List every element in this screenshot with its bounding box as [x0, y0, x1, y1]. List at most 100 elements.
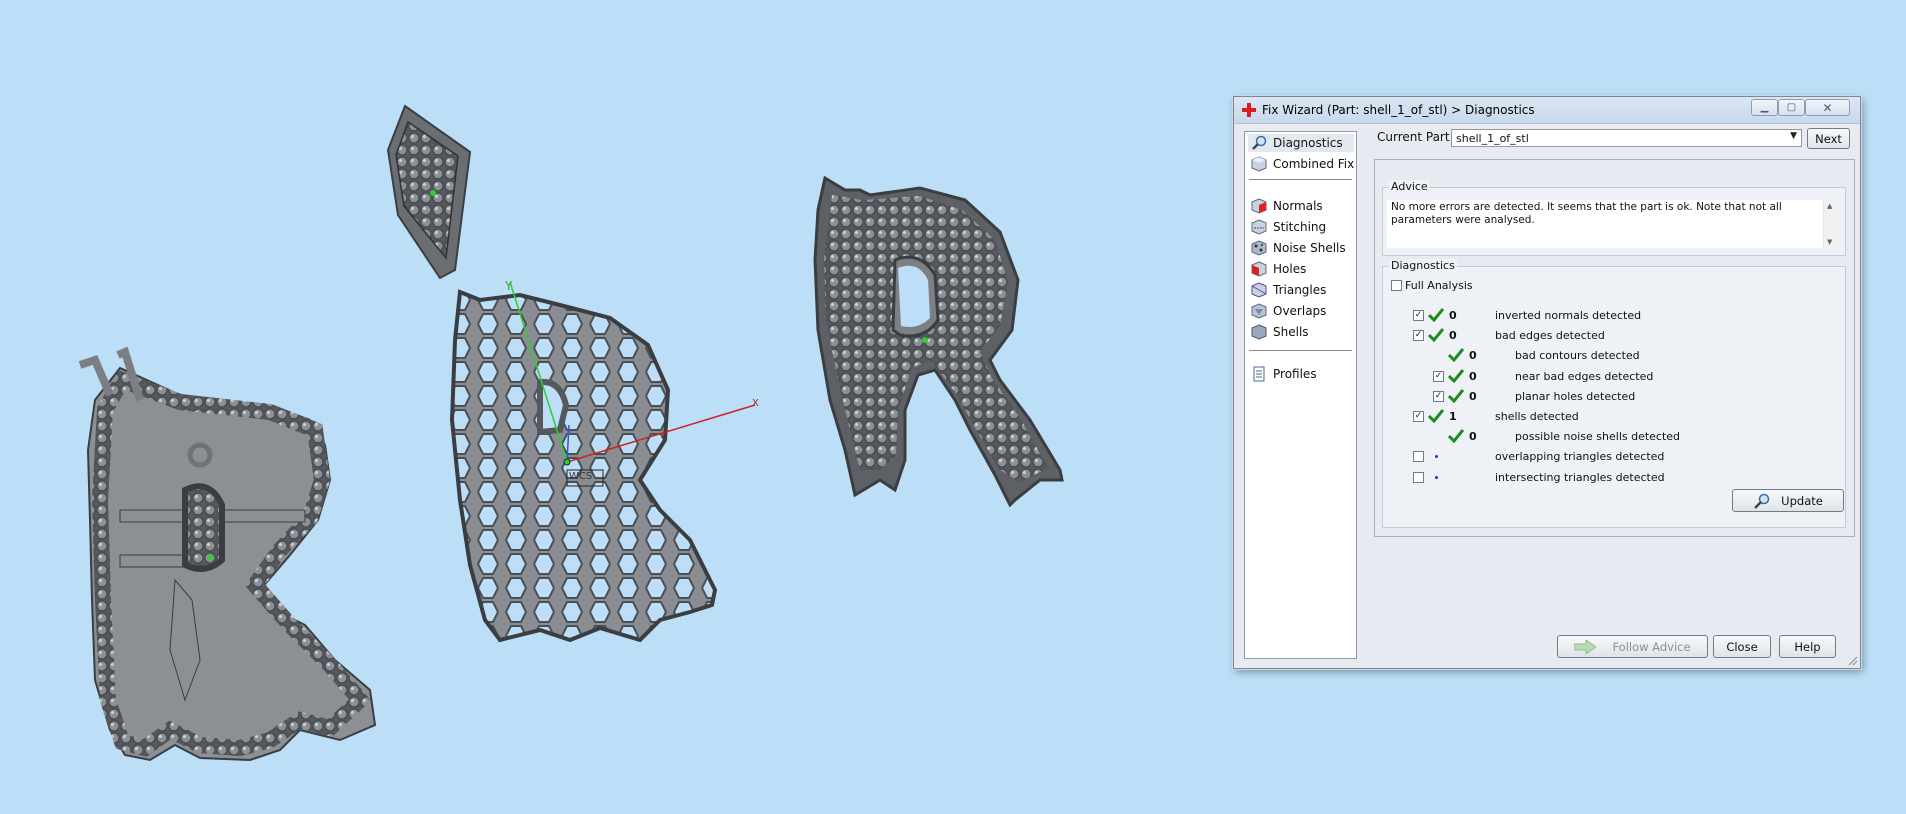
advice-scrollbar[interactable]: ▲ ▼ — [1823, 200, 1837, 248]
nav-item-stitching[interactable]: Stitching — [1251, 218, 1326, 236]
nav-item-profiles[interactable]: Profiles — [1251, 365, 1317, 383]
row-label: planar holes detected — [1515, 389, 1636, 403]
advice-group: Advice No more errors are detected. It s… — [1382, 180, 1846, 256]
row-count: 0 — [1449, 309, 1457, 322]
current-part-dropdown[interactable]: shell_1_of_stl ▼ — [1451, 129, 1802, 147]
nav-item-normals[interactable]: Normals — [1251, 197, 1323, 215]
arrow-right-icon — [1574, 639, 1597, 654]
magnifier-icon — [1252, 135, 1267, 150]
row-label: shells detected — [1495, 410, 1579, 423]
diamond-charm — [386, 104, 472, 280]
row-count: 0 — [1469, 369, 1477, 383]
full-analysis-label: Full Analysis — [1405, 279, 1473, 292]
update-button[interactable]: Update — [1732, 489, 1844, 512]
axis-y-label: Y — [505, 279, 513, 293]
row-checkbox[interactable]: ✓ — [1433, 370, 1444, 382]
red-cross-icon — [1242, 103, 1256, 117]
check-icon — [1448, 429, 1464, 444]
check-icon — [1448, 368, 1464, 383]
nav-label: Combined Fix — [1273, 157, 1355, 171]
shells-icon — [1251, 324, 1267, 340]
row-label: near bad edges detected — [1515, 369, 1654, 383]
advice-title: Advice — [1389, 180, 1430, 193]
title-bar[interactable]: Fix Wizard (Part: shell_1_of_stl) > Diag… — [1234, 97, 1860, 124]
check-icon — [1448, 388, 1464, 403]
row-count: 0 — [1449, 329, 1457, 343]
check-icon — [1428, 328, 1444, 343]
dialog-title: Fix Wizard (Part: shell_1_of_stl) > Diag… — [1262, 103, 1535, 117]
check-icon — [1428, 409, 1444, 423]
nav-label: Overlaps — [1273, 304, 1327, 318]
row-checkbox[interactable]: ✓ — [1413, 411, 1424, 422]
triangles-icon — [1251, 282, 1267, 298]
check-icon — [1428, 308, 1444, 322]
minimize-icon: ▁ — [1760, 102, 1769, 113]
pending-dot-icon — [1435, 455, 1438, 459]
nav-label: Diagnostics — [1273, 136, 1343, 150]
wizard-nav: Diagnostics Combined Fix Normals Stitchi… — [1244, 131, 1357, 659]
full-analysis-checkbox[interactable] — [1391, 280, 1402, 291]
nav-label: Triangles — [1273, 283, 1327, 297]
nav-item-overlaps[interactable]: Overlaps — [1251, 302, 1326, 320]
scroll-up-icon: ▲ — [1827, 202, 1833, 210]
nav-item-noise-shells[interactable]: Noise Shells — [1251, 239, 1346, 257]
nav-item-shells[interactable]: Shells — [1251, 323, 1309, 341]
row-label: possible noise shells detected — [1515, 430, 1681, 444]
close-icon: ✕ — [1822, 100, 1833, 115]
normals-cube-icon — [1251, 198, 1267, 214]
resize-grip-icon[interactable] — [1848, 656, 1858, 666]
close-window-button[interactable]: ✕ — [1805, 99, 1850, 116]
help-button[interactable]: Help — [1779, 635, 1836, 658]
row-checkbox[interactable] — [1413, 451, 1424, 463]
chevron-down-icon: ▼ — [1790, 131, 1797, 141]
row-checkbox[interactable] — [1413, 471, 1424, 483]
row-label: intersecting triangles detected — [1495, 470, 1665, 484]
row-label: inverted normals detected — [1495, 309, 1642, 322]
nav-divider — [1249, 350, 1352, 351]
wcs-label: WCS — [569, 471, 593, 482]
document-icon — [1253, 366, 1265, 382]
advice-textbox[interactable]: No more errors are detected. It seems th… — [1387, 200, 1837, 248]
advice-text: No more errors are detected. It seems th… — [1391, 201, 1782, 226]
nav-label: Shells — [1273, 325, 1309, 339]
row-checkbox[interactable]: ✓ — [1413, 330, 1424, 342]
close-button[interactable]: Close — [1713, 635, 1771, 658]
current-part-value: shell_1_of_stl — [1456, 132, 1529, 145]
axis-x-label: X — [752, 398, 759, 409]
nav-item-diagnostics[interactable]: Diagnostics — [1248, 134, 1354, 152]
nav-item-holes[interactable]: Holes — [1251, 260, 1306, 278]
nav-label: Normals — [1273, 199, 1323, 213]
follow-advice-label: Follow Advice — [1612, 639, 1691, 654]
nav-item-triangles[interactable]: Triangles — [1251, 281, 1326, 299]
row-count: 1 — [1449, 410, 1457, 423]
overlaps-icon — [1251, 303, 1267, 319]
next-button[interactable]: Next — [1807, 128, 1850, 149]
noise-shells-icon — [1251, 240, 1267, 256]
stitching-cube-icon — [1251, 219, 1267, 235]
follow-advice-button[interactable]: Follow Advice — [1557, 635, 1708, 658]
maximize-button[interactable]: ▢ — [1778, 99, 1805, 116]
fix-wizard-dialog: Fix Wizard (Part: shell_1_of_stl) > Diag… — [1233, 96, 1861, 669]
diagnostics-panel: Advice No more errors are detected. It s… — [1374, 159, 1855, 537]
row-checkbox[interactable]: ✓ — [1433, 390, 1444, 402]
minimize-button[interactable]: ▁ — [1751, 99, 1778, 116]
nav-item-combined-fix[interactable]: Combined Fix — [1251, 155, 1354, 173]
beaded-r-pendant — [813, 175, 1064, 508]
nav-label: Stitching — [1273, 220, 1327, 234]
update-label: Update — [1781, 493, 1823, 508]
holes-cube-icon — [1251, 261, 1267, 277]
nav-label: Holes — [1273, 262, 1307, 276]
row-count: 0 — [1469, 349, 1477, 363]
row-checkbox[interactable]: ✓ — [1413, 310, 1424, 321]
diagnostics-title: Diagnostics — [1389, 259, 1457, 272]
honeycomb-r-pendant — [449, 281, 756, 643]
nav-label: Noise Shells — [1273, 241, 1346, 255]
check-icon — [1448, 348, 1464, 363]
current-part-label: Current Part: — [1377, 130, 1454, 144]
cube-icon — [1251, 156, 1267, 172]
nav-label: Profiles — [1273, 367, 1317, 381]
left-r-pendant — [78, 346, 377, 762]
row-label: bad contours detected — [1515, 349, 1640, 363]
row-label: overlapping triangles detected — [1495, 450, 1665, 464]
pending-dot-icon — [1435, 475, 1438, 479]
